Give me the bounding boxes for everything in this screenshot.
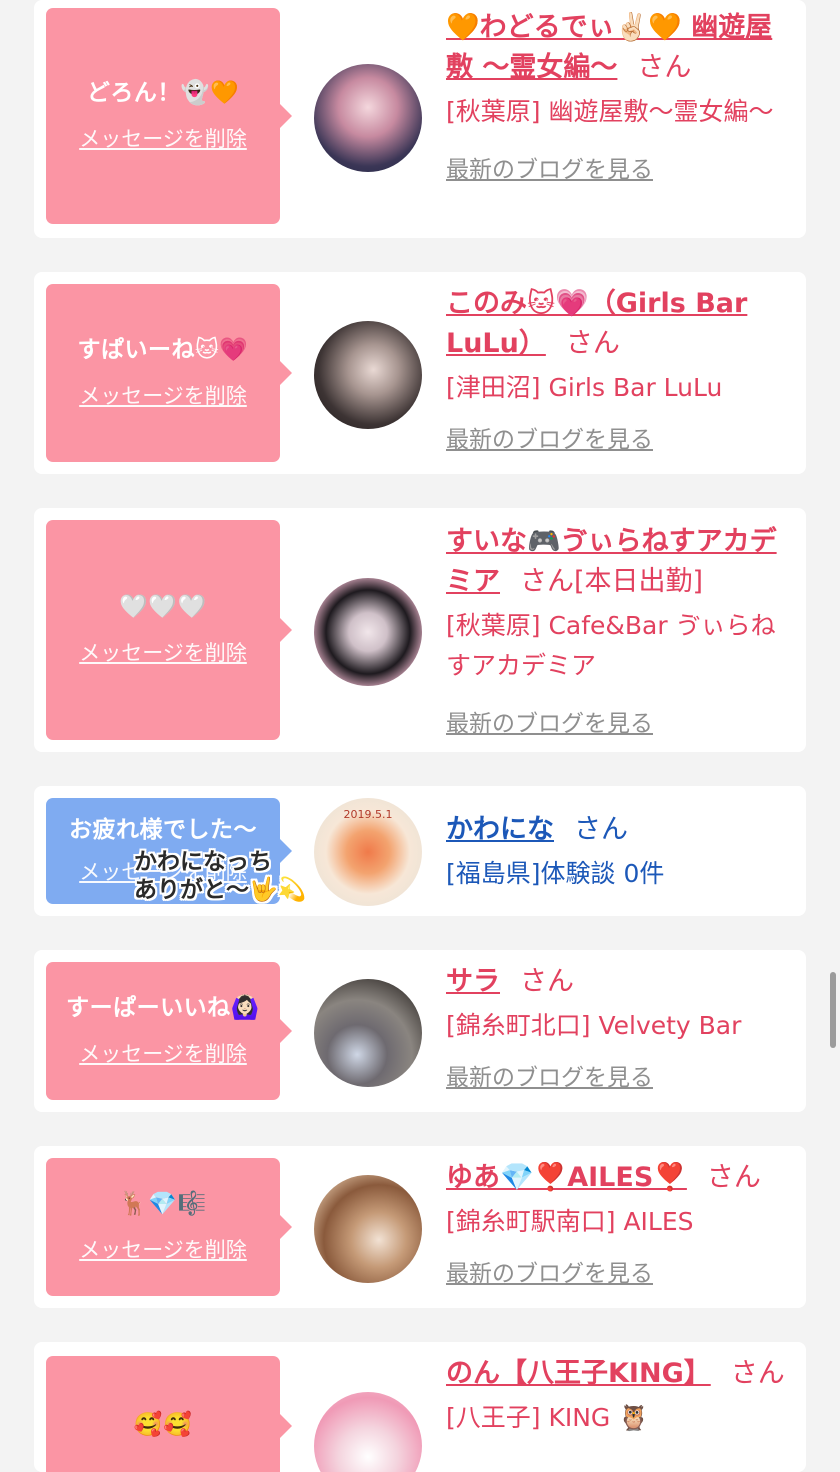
delete-message-link[interactable]: メッセージを削除: [79, 1038, 247, 1068]
message-text: すーぱーいいね🙆🏻‍♀️: [66, 995, 260, 1022]
avatar-plate-text: 2019.5.1: [343, 808, 393, 821]
avatar[interactable]: [314, 64, 422, 172]
message-text: 🥰🥰: [133, 1412, 193, 1439]
message-text: すぱいーね🐱💗: [77, 337, 249, 364]
message-card: 🤍🤍🤍 メッセージを削除 すいな🎮ゔぃらねすアカデミア さん[本日出勤] [秋葉原…: [34, 508, 806, 752]
sticker-line-1: かわになっち: [134, 849, 272, 875]
latest-blog-link[interactable]: 最新のブログを見る: [446, 150, 790, 184]
message-bubble: 🥰🥰: [46, 1356, 292, 1472]
shop-label: [錦糸町北口] Velvety Bar: [446, 1011, 742, 1040]
shop-label: [錦糸町駅南口] AILES: [446, 1207, 694, 1236]
cast-name-link[interactable]: のん【八王子KING】: [446, 1358, 711, 1389]
latest-blog-link[interactable]: 最新のブログを見る: [446, 1058, 790, 1092]
cast-name-link[interactable]: かわにな: [446, 814, 554, 845]
shop-label: [八王子] KING 🦉: [446, 1403, 650, 1432]
delete-message-link[interactable]: メッセージを削除: [79, 1234, 247, 1264]
delete-message-link[interactable]: メッセージを削除: [79, 380, 247, 410]
san-suffix: さん: [730, 1358, 785, 1389]
message-text: 🤍🤍🤍: [119, 594, 207, 621]
card-info: のん【八王子KING】 さん [八王子] KING 🦉: [446, 1354, 790, 1438]
latest-blog-link[interactable]: 最新のブログを見る: [446, 1254, 790, 1288]
message-card: すぱいーね🐱💗 メッセージを削除 このみ🐱💗（Girls Bar LuLu） さん…: [34, 272, 806, 474]
san-suffix: さん: [565, 328, 620, 359]
card-info: サラ さん [錦糸町北口] Velvety Bar 最新のブログを見る: [446, 962, 790, 1092]
san-suffix: さん: [520, 966, 574, 997]
latest-blog-link[interactable]: 最新のブログを見る: [446, 704, 790, 738]
review-count-label: [福島県]体験談 0件: [446, 859, 665, 888]
san-suffix: さん: [706, 1162, 761, 1193]
message-card: 🦌💎🎼 メッセージを削除 ゆあ💎❣️AILES❣️ さん [錦糸町駅南口] AIL…: [34, 1146, 806, 1308]
message-bubble: 🦌💎🎼 メッセージを削除: [46, 1158, 292, 1296]
san-suffix: さん: [520, 566, 574, 597]
card-info: かわにな さん [福島県]体験談 0件: [446, 810, 790, 894]
card-info: ゆあ💎❣️AILES❣️ さん [錦糸町駅南口] AILES 最新のブログを見る: [446, 1158, 790, 1288]
san-suffix: さん: [637, 52, 692, 83]
status-label: [本日出勤]: [574, 566, 704, 597]
message-bubble: すーぱーいいね🙆🏻‍♀️ メッセージを削除: [46, 962, 292, 1100]
sticker-overlay: かわになっち ありがと〜🤟💫: [134, 848, 306, 904]
san-suffix: さん: [574, 814, 628, 845]
card-info: 🧡わどるでぃ✌🏻🧡 幽遊屋敷 〜霊女編〜 さん [秋葉原] 幽遊屋敷〜霊女編〜 最…: [446, 8, 790, 184]
cast-name-link[interactable]: 🧡わどるでぃ✌🏻🧡 幽遊屋敷 〜霊女編〜: [446, 12, 772, 83]
avatar[interactable]: [314, 1392, 422, 1472]
avatar[interactable]: [314, 979, 422, 1087]
message-bubble: すぱいーね🐱💗 メッセージを削除: [46, 284, 292, 462]
message-bubble: どろん！👻🧡 メッセージを削除: [46, 8, 292, 224]
shop-label: [秋葉原] 幽遊屋敷〜霊女編〜: [446, 97, 774, 126]
avatar[interactable]: 2019.5.1: [314, 798, 422, 906]
message-card: すーぱーいいね🙆🏻‍♀️ メッセージを削除 サラ さん [錦糸町北口] Velve…: [34, 950, 806, 1112]
message-bubble: 🤍🤍🤍 メッセージを削除: [46, 520, 292, 740]
shop-label: [秋葉原] Cafe&Bar ゔぃらねすアカデミア: [446, 611, 776, 680]
message-text: お疲れ様でした〜: [69, 817, 257, 844]
avatar[interactable]: [314, 578, 422, 686]
delete-message-link[interactable]: メッセージを削除: [79, 123, 247, 153]
card-info: すいな🎮ゔぃらねすアカデミア さん[本日出勤] [秋葉原] Cafe&Bar ゔぃ…: [446, 522, 790, 738]
cast-name-link[interactable]: ゆあ💎❣️AILES❣️: [446, 1162, 687, 1193]
scrollbar[interactable]: [830, 972, 836, 1048]
card-info: このみ🐱💗（Girls Bar LuLu） さん [津田沼] Girls Bar …: [446, 284, 790, 454]
message-text: どろん！👻🧡: [86, 80, 240, 107]
cast-name-link[interactable]: サラ: [446, 966, 500, 997]
message-card: どろん！👻🧡 メッセージを削除 🧡わどるでぃ✌🏻🧡 幽遊屋敷 〜霊女編〜 さん […: [34, 0, 806, 238]
avatar[interactable]: [314, 321, 422, 429]
message-text: 🦌💎🎼: [119, 1191, 207, 1218]
shop-label: [津田沼] Girls Bar LuLu: [446, 373, 723, 402]
sticker-line-2: ありがと〜🤟💫: [134, 877, 307, 903]
avatar[interactable]: [314, 1175, 422, 1283]
delete-message-link[interactable]: メッセージを削除: [79, 637, 247, 667]
latest-blog-link[interactable]: 最新のブログを見る: [446, 420, 790, 454]
